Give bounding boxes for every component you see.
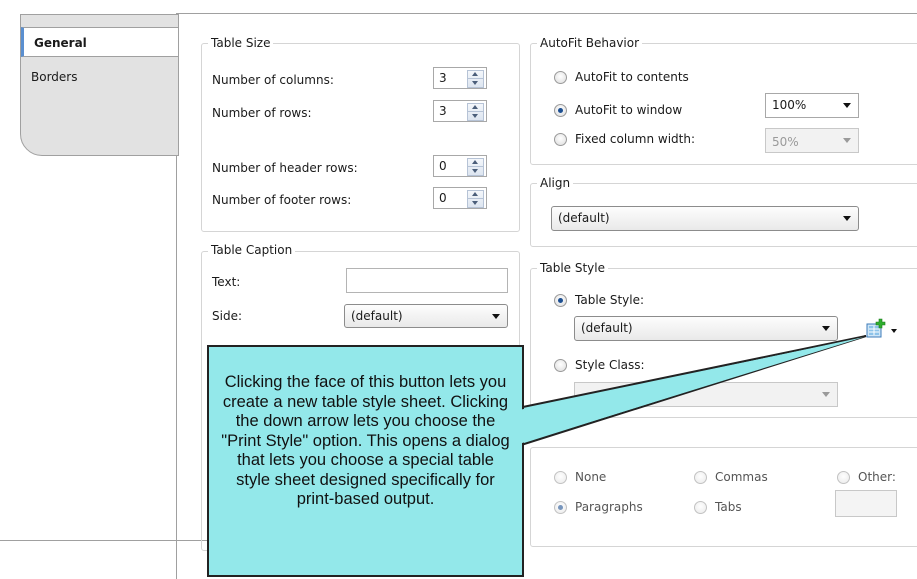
callout-pointer-join	[519, 337, 864, 444]
